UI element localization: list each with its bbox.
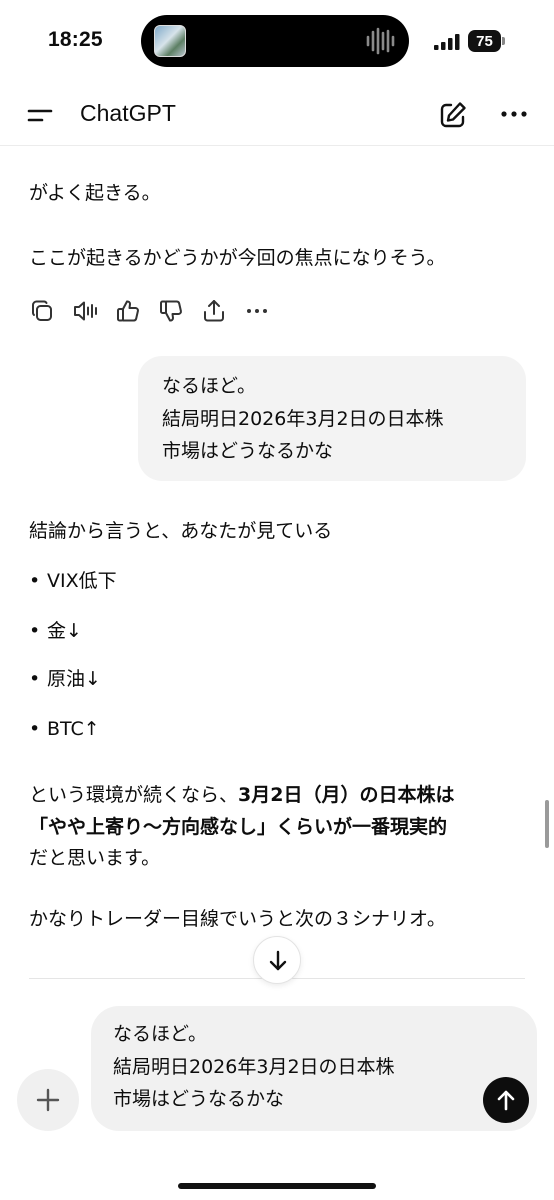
thumbs-down-icon[interactable]	[158, 298, 184, 324]
message-input[interactable]: なるほど。 結局明日2026年3月2日の日本株 市場はどうなるかな	[91, 1006, 537, 1131]
user-message-bubble: なるほど。 結局明日2026年3月2日の日本株 市場はどうなるかな	[138, 356, 526, 481]
app-title[interactable]: ChatGPT	[80, 100, 176, 127]
user-message-line: 市場はどうなるかな	[162, 440, 334, 462]
audio-wave-icon	[366, 27, 395, 55]
user-message-line: なるほど。	[162, 375, 257, 397]
battery-level: 75	[468, 30, 501, 52]
assistant-text-line: という環境が続くなら、3月2日（月）の日本株は	[29, 784, 455, 806]
assistant-text-line: ここが起きるかどうかが今回の焦点になりそう。	[29, 247, 446, 269]
arrow-up-icon	[497, 1090, 515, 1111]
thumbs-up-icon[interactable]	[115, 298, 141, 324]
more-actions-icon[interactable]	[244, 298, 270, 324]
home-indicator[interactable]	[178, 1183, 376, 1189]
menu-icon[interactable]	[27, 106, 53, 124]
arrow-down-icon	[269, 950, 287, 971]
list-item: • 金↓	[29, 620, 82, 642]
input-line: 市場はどうなるかな	[113, 1088, 285, 1110]
share-icon[interactable]	[201, 298, 227, 324]
input-line: 結局明日2026年3月2日の日本株	[113, 1056, 395, 1078]
list-item: • BTC↑	[29, 718, 100, 740]
plus-icon	[36, 1088, 60, 1112]
header-divider	[0, 145, 554, 146]
status-time: 18:25	[48, 28, 103, 51]
input-line: なるほど。	[113, 1023, 208, 1045]
user-message-line: 結局明日2026年3月2日の日本株	[162, 408, 444, 430]
assistant-text-line: かなりトレーダー目線でいうと次の３シナリオ。	[29, 908, 446, 930]
list-item: • 原油↓	[29, 668, 101, 690]
add-attachment-button[interactable]	[17, 1069, 79, 1131]
assistant-text-line: 結論から言うと、あなたが見ている	[29, 520, 333, 542]
edit-icon[interactable]	[438, 100, 468, 130]
signal-icon	[434, 34, 460, 50]
copy-icon[interactable]	[29, 298, 55, 324]
scrollbar-thumb[interactable]	[545, 800, 549, 848]
more-icon[interactable]	[500, 104, 528, 124]
speaker-icon[interactable]	[72, 298, 98, 324]
assistant-text-line: だと思います。	[29, 847, 161, 869]
message-actions	[29, 298, 289, 324]
dynamic-island[interactable]	[141, 15, 409, 67]
list-item: • VIX低下	[29, 570, 117, 592]
send-button[interactable]	[483, 1077, 529, 1123]
battery-icon: 75	[468, 30, 505, 52]
now-playing-thumbnail	[154, 25, 186, 57]
scroll-to-bottom-button[interactable]	[253, 936, 301, 984]
assistant-text-line: 「やや上寄り〜方向感なし」くらいが一番現実的	[29, 816, 448, 838]
assistant-text-line: がよく起きる。	[29, 182, 161, 204]
